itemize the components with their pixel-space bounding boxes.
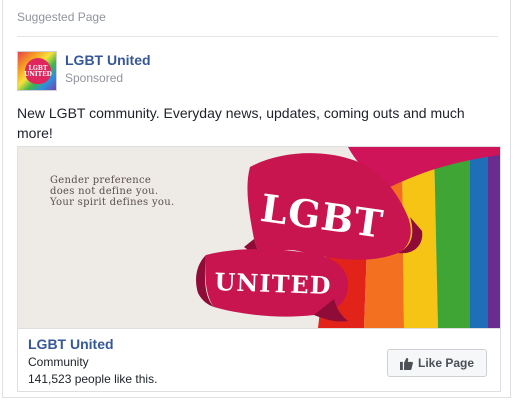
header-divider (17, 36, 498, 37)
ad-banner-word-united: UNITED (213, 267, 332, 301)
suggested-page-label: Suggested Page (17, 10, 106, 24)
page-avatar[interactable]: LGBT UNITED (17, 51, 57, 91)
thumbs-up-icon (399, 357, 413, 370)
footer-page-name-link[interactable]: LGBT United (28, 336, 114, 352)
ad-footer: LGBT United Community 141,523 people lik… (18, 328, 500, 391)
ad-image[interactable]: Gender preference does not define you. Y… (18, 147, 500, 328)
like-page-label: Like Page (417, 356, 475, 370)
sponsored-label[interactable]: Sponsored (65, 71, 123, 85)
footer-like-count: 141,523 people like this. (28, 372, 158, 386)
page-name-link[interactable]: LGBT United (65, 52, 151, 68)
suggested-page-card: Suggested Page LGBT UNITED LGBT United S… (2, 0, 511, 398)
avatar-logo-text: LGBT UNITED (24, 65, 52, 78)
ad-tagline: Gender preference does not define you. Y… (50, 175, 175, 208)
footer-category: Community (28, 355, 89, 369)
post-text: New LGBT community. Everyday news, updat… (17, 105, 465, 141)
ad-attachment[interactable]: Gender preference does not define you. Y… (17, 146, 501, 392)
like-page-button[interactable]: Like Page (387, 349, 487, 377)
